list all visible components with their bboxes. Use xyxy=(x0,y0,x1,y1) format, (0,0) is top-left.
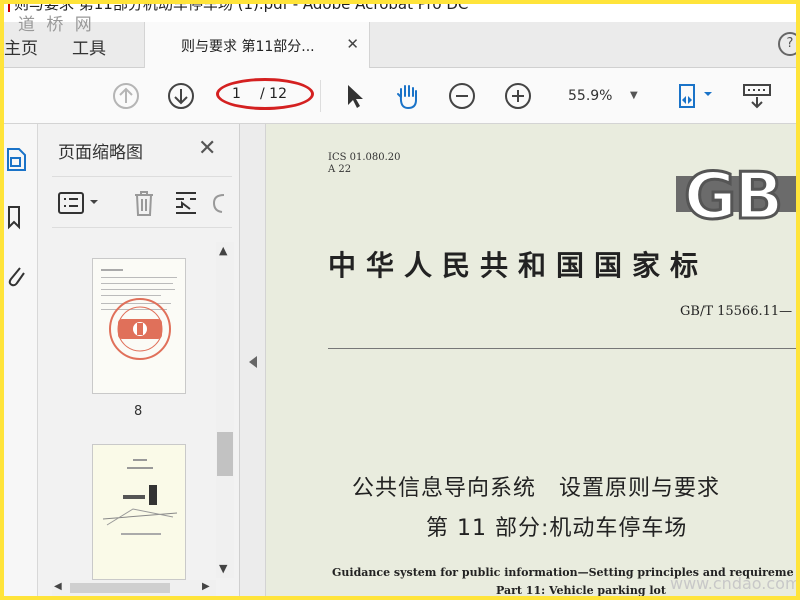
scrollbar-thumb[interactable] xyxy=(217,432,233,476)
thumbnail-scrollbar[interactable]: ▲ ▼ xyxy=(216,242,234,578)
thumbnail-preview xyxy=(101,269,177,360)
scroll-right-icon[interactable]: ▶ xyxy=(202,581,210,592)
zoom-out-icon[interactable] xyxy=(448,82,476,110)
scroll-down-icon[interactable]: ▼ xyxy=(219,562,227,575)
national-standard-heading: 中华人民共和国国家标 xyxy=(328,249,709,282)
extract-pages-icon[interactable] xyxy=(174,189,200,217)
red-highlight-ellipse xyxy=(216,78,314,110)
zoom-level-select[interactable]: 55.9% xyxy=(568,88,612,104)
main-toolbar: 1 / 12 55.9% ▼ xyxy=(4,68,796,124)
zoom-in-icon[interactable] xyxy=(504,82,532,110)
pdf-file-icon xyxy=(4,0,10,12)
site-watermark-bottom: www.cndao.com xyxy=(670,574,800,593)
rotate-page-icon[interactable] xyxy=(210,191,230,215)
document-title: 公共信息导向系统 设置原则与要求 xyxy=(352,476,721,501)
attachment-icon[interactable] xyxy=(4,262,28,288)
thumbnail-hscrollbar[interactable]: ◀ ▶ xyxy=(52,580,216,596)
prev-page-icon[interactable] xyxy=(112,82,140,110)
scroll-up-icon[interactable]: ▲ xyxy=(219,244,227,257)
window-titlebar: 则与要求 第11部分机动车停车场 (1).pdf - Adobe Acrobat… xyxy=(4,0,796,22)
next-page-icon[interactable] xyxy=(167,82,195,110)
tab-bar: 主页 工具 则与要求 第11部分... ✕ ? xyxy=(4,22,800,68)
tab-tools[interactable]: 工具 xyxy=(72,34,106,59)
document-tab-label: 则与要求 第11部分... xyxy=(181,39,315,55)
class-code: A 22 xyxy=(328,164,352,175)
thumbnail-page-label: 8 xyxy=(134,404,143,419)
page-thumbnails-panel: 页面缩略图 ✕ 8 ▲ ▼ ◀ ▶ xyxy=(38,124,240,596)
document-subtitle: 第 11 部分:机动车停车场 xyxy=(426,516,688,541)
tab-home[interactable]: 主页 xyxy=(4,34,38,59)
toolbar-divider xyxy=(320,80,321,112)
ics-code: ICS 01.080.20 xyxy=(328,152,401,163)
english-subtitle: Part 11: Vehicle parking lot xyxy=(496,584,666,596)
close-panel-icon[interactable]: ✕ xyxy=(198,136,216,161)
thumbnail-toolbar xyxy=(52,176,232,228)
delete-page-icon[interactable] xyxy=(132,189,156,217)
help-icon[interactable]: ? xyxy=(778,32,800,56)
select-cursor-icon[interactable] xyxy=(340,82,368,110)
document-page: ICS 01.080.20 A 22 GB 中华人民共和国国家标 GB/T 15… xyxy=(266,124,796,596)
bookmark-icon[interactable] xyxy=(4,204,28,230)
hand-tool-icon[interactable] xyxy=(394,82,422,110)
panel-collapse-strip[interactable] xyxy=(240,124,266,596)
thumbnail-preview xyxy=(102,459,178,535)
zoom-dropdown-icon[interactable]: ▼ xyxy=(630,90,638,101)
scroll-left-icon[interactable]: ◀ xyxy=(54,581,62,592)
page-thumbnail[interactable] xyxy=(92,444,186,580)
heading-rule xyxy=(328,348,796,349)
site-watermark: 道 桥 网 xyxy=(18,15,95,35)
page-thumbnail[interactable] xyxy=(92,258,186,394)
navigation-rail xyxy=(4,124,38,596)
page-thumbnails-icon[interactable] xyxy=(4,146,28,172)
panel-title: 页面缩略图 xyxy=(58,143,143,163)
page-number-box[interactable]: 1 / 12 xyxy=(216,78,314,110)
standard-number: GB/T 15566.11— xyxy=(680,304,793,319)
collapse-panel-icon[interactable] xyxy=(249,356,257,368)
keyboard-icon[interactable] xyxy=(742,82,772,110)
hscrollbar-thumb[interactable] xyxy=(70,583,170,593)
thumbnail-options-icon[interactable] xyxy=(58,191,102,215)
page-fit-icon[interactable] xyxy=(676,82,716,110)
tab-document[interactable]: 则与要求 第11部分... ✕ xyxy=(144,22,370,68)
close-tab-icon[interactable]: ✕ xyxy=(346,35,359,53)
gb-logo: GB xyxy=(682,159,784,236)
